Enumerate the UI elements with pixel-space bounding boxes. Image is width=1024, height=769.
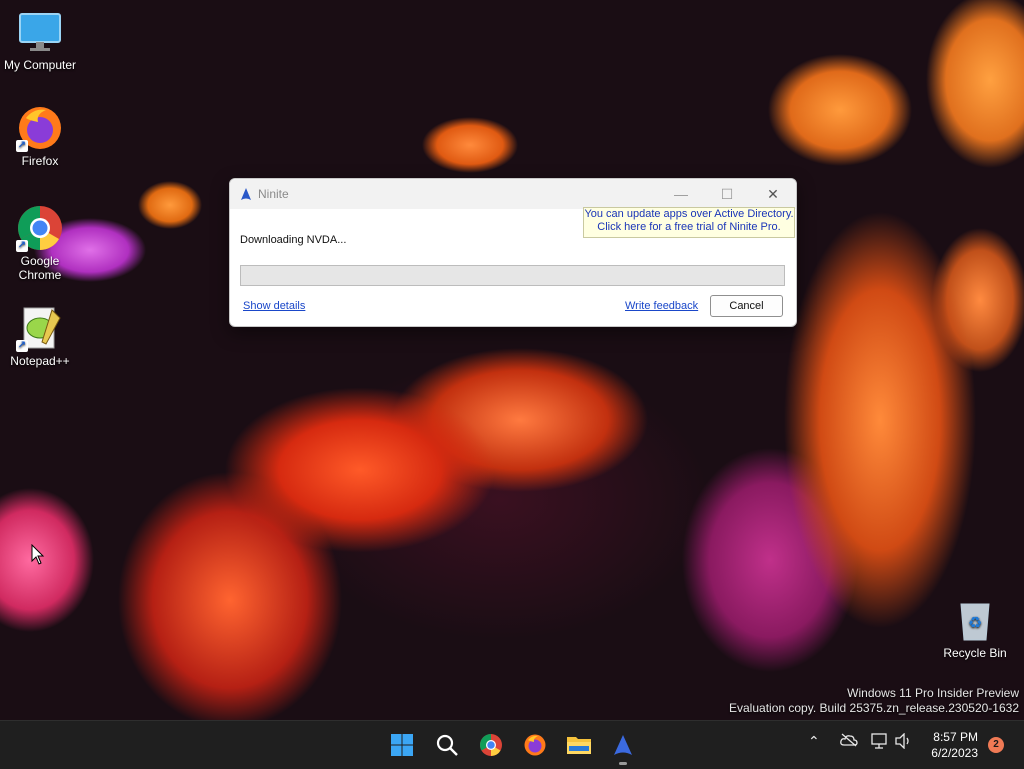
desktop-icon-firefox[interactable]: ↗ Firefox xyxy=(0,104,80,168)
ninite-icon xyxy=(614,735,632,755)
desktop-icon-recycle-bin[interactable]: ♻ Recycle Bin xyxy=(935,596,1015,660)
ninite-titlebar[interactable]: Ninite — ☐ ✕ xyxy=(230,179,796,209)
start-button[interactable] xyxy=(386,729,418,761)
taskbar-clock[interactable]: 8:57 PM 6/2/2023 xyxy=(931,729,978,761)
close-button[interactable]: ✕ xyxy=(750,179,796,209)
svg-text:♻: ♻ xyxy=(968,613,982,632)
ad-line-1: You can update apps over Active Director… xyxy=(584,208,794,220)
desktop-icon-label: Google Chrome xyxy=(18,254,62,282)
watermark-line-2: Evaluation copy. Build 25375.zn_release.… xyxy=(729,701,1019,715)
file-explorer-icon xyxy=(567,737,591,754)
taskbar-chrome-button[interactable] xyxy=(475,729,507,761)
taskbar-file-explorer-button[interactable] xyxy=(563,729,595,761)
show-hidden-icons-chevron-icon[interactable]: ⌃ xyxy=(808,733,820,750)
window-title: Ninite xyxy=(258,187,289,201)
desktop: My Computer ↗ Firefox ↗ Google Chrome ↗ … xyxy=(0,0,1024,720)
ninite-logo-icon xyxy=(239,187,253,206)
desktop-icon-notepad-plus-plus[interactable]: ↗ Notepad++ xyxy=(0,304,80,368)
shortcut-arrow-icon: ↗ xyxy=(16,140,28,152)
active-app-indicator xyxy=(619,762,627,765)
search-icon xyxy=(436,734,458,756)
desktop-icon-label: Notepad++ xyxy=(10,354,70,368)
firefox-icon: ↗ xyxy=(16,104,64,152)
ninite-window: Ninite — ☐ ✕ You can update apps over Ac… xyxy=(229,178,797,327)
cancel-button[interactable]: Cancel xyxy=(710,295,783,317)
start-icon xyxy=(391,734,413,756)
ad-line-2: Click here for a free trial of Ninite Pr… xyxy=(597,221,781,233)
recycle-bin-icon: ♻ xyxy=(951,596,999,644)
show-details-link[interactable]: Show details xyxy=(243,300,305,312)
maximize-button[interactable]: ☐ xyxy=(704,179,750,209)
mouse-cursor-icon xyxy=(31,543,45,571)
shortcut-arrow-icon: ↗ xyxy=(16,240,28,252)
desktop-icon-label: Firefox xyxy=(21,154,59,168)
download-progress-bar xyxy=(240,265,785,286)
desktop-icon-label: My Computer xyxy=(3,58,77,72)
monitor-icon xyxy=(16,8,64,56)
clock-time: 8:57 PM xyxy=(933,730,978,744)
taskbar-search-button[interactable] xyxy=(431,729,463,761)
download-status-text: Downloading NVDA... xyxy=(240,234,347,246)
chrome-icon xyxy=(480,734,502,756)
minimize-button[interactable]: — xyxy=(658,179,704,209)
shortcut-arrow-icon: ↗ xyxy=(16,340,28,352)
notepad-plus-plus-icon: ↗ xyxy=(16,304,64,352)
notification-badge[interactable]: 2 xyxy=(988,737,1004,753)
taskbar: ⌃ 8:57 PM 6/2/2023 2 xyxy=(0,720,1024,769)
watermark-line-1: Windows 11 Pro Insider Preview xyxy=(847,686,1019,700)
volume-icon[interactable] xyxy=(895,732,913,752)
desktop-icon-my-computer[interactable]: My Computer xyxy=(0,8,80,72)
desktop-icon-google-chrome[interactable]: ↗ Google Chrome xyxy=(0,204,80,282)
taskbar-firefox-button[interactable] xyxy=(519,729,551,761)
taskbar-ninite-button[interactable] xyxy=(607,729,639,765)
ninite-pro-ad-banner[interactable]: You can update apps over Active Director… xyxy=(583,207,795,238)
windows-watermark: Windows 11 Pro Insider Preview Evaluatio… xyxy=(729,686,1019,716)
onedrive-offline-icon[interactable] xyxy=(840,733,858,750)
chrome-icon: ↗ xyxy=(16,204,64,252)
firefox-icon xyxy=(524,734,546,756)
network-icon[interactable] xyxy=(871,733,889,752)
write-feedback-link[interactable]: Write feedback xyxy=(625,300,698,312)
clock-date: 6/2/2023 xyxy=(931,746,978,760)
desktop-icon-label: Recycle Bin xyxy=(943,646,1007,660)
